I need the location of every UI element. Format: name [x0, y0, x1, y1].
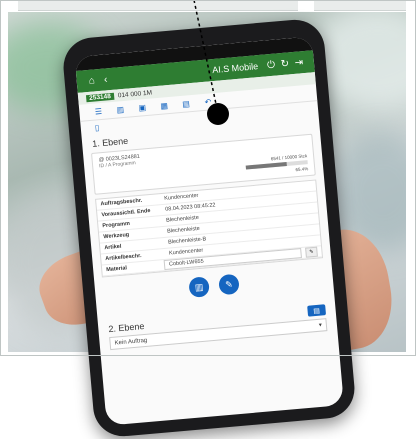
callout-line [193, 0, 217, 105]
scene: ⌂ ‹ AI.S Mobile ⏻ ↻ ⇥ 253148 014 000 1M … [0, 0, 416, 439]
